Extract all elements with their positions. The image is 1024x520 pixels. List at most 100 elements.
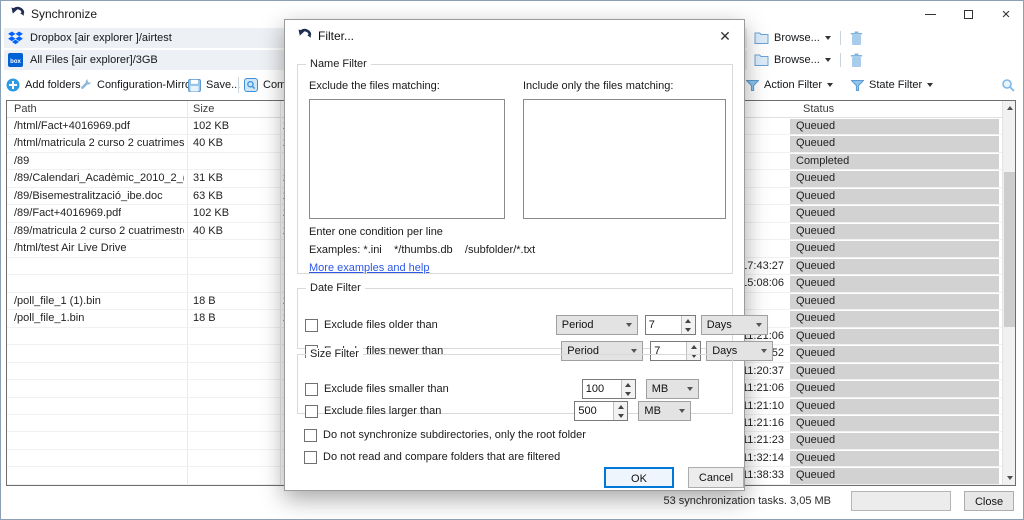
save-button[interactable]: Save... [188,73,240,97]
dialog-close-button[interactable]: ✕ [716,27,734,45]
app-window: Synchronize × Dropbox [air explorer ]/ai… [0,0,1024,520]
cell-path: /html/test Air Live Drive [14,242,126,254]
cell-path: /89/matricula 2 curso 2 cuatrimestre.pdf [14,225,184,237]
minimize-button[interactable] [914,1,946,27]
cell-status: Queued [790,433,999,448]
cell-status: Queued [790,451,999,466]
column-header-path[interactable]: Path [14,103,37,115]
spin-down-button[interactable] [614,411,627,420]
older-unit-select[interactable]: Days [701,315,768,335]
source-path-label: Dropbox [air explorer ]/airtest [30,32,172,44]
larger-value-stepper[interactable] [574,401,628,421]
add-folders-button[interactable]: Add folders [6,73,81,97]
window-title: Synchronize [31,7,97,21]
exclude-patterns-textarea[interactable] [309,99,505,219]
spin-up-button[interactable] [614,402,627,411]
cell-status: Queued [790,276,999,291]
smaller-value-stepper[interactable] [582,379,636,399]
cell-status: Queued [790,206,999,221]
folder-icon [754,54,769,67]
scrollbar-thumb[interactable] [1004,172,1015,327]
cell-size: 18 B [193,295,216,307]
cell-path: /html/matricula 2 curso 2 cuatrimestre 0… [14,137,184,149]
exclude-matching-label: Exclude the files matching: [309,80,440,92]
trash-icon[interactable] [850,31,863,46]
cell-path: /89/Bisemestralització_ibe.doc [14,190,163,202]
exclude-smaller-checkbox[interactable] [305,383,318,396]
cell-size: 18 B [193,312,216,324]
spin-down-button[interactable] [622,389,635,398]
browse-button[interactable]: Browse... [754,54,831,67]
spin-up-button[interactable] [682,316,695,325]
wrench-icon [78,78,92,92]
cell-path: /html/Fact+4016969.pdf [14,120,130,132]
no-subdirectories-checkbox[interactable] [304,429,317,442]
progress-bar [851,491,951,511]
close-button[interactable]: × [990,1,1022,27]
cell-size: 63 KB [193,190,223,202]
cell-path: /poll_file_1 (1).bin [14,295,101,307]
ok-button[interactable]: OK [604,467,674,488]
scroll-down-button[interactable] [1003,471,1016,485]
older-value-stepper[interactable] [645,315,696,335]
cell-status: Queued [790,224,999,239]
cell-path: /89/Fact+4016969.pdf [14,207,121,219]
cell-path: /89 [14,155,29,167]
older-value-input[interactable] [646,316,681,334]
chevron-down-icon [825,58,831,62]
spin-up-button[interactable] [687,342,700,351]
chevron-down-icon [927,83,933,87]
column-header-size[interactable]: Size [193,103,214,115]
include-patterns-textarea[interactable] [523,99,726,219]
cell-status: Queued [790,259,999,274]
cell-status: Queued [790,381,999,396]
smaller-value-input[interactable] [583,380,621,398]
cell-path: /poll_file_1.bin [14,312,84,324]
browse-button[interactable]: Browse... [754,32,831,45]
spin-down-button[interactable] [682,325,695,334]
sync-arrow-icon [10,6,25,21]
action-filter-button[interactable]: Action Filter [746,73,833,97]
cell-status: Queued [790,294,999,309]
smaller-unit-select[interactable]: MB [646,379,699,399]
column-header-status[interactable]: Status [803,103,834,115]
state-filter-button[interactable]: State Filter [851,73,933,97]
cell-size: 40 KB [193,137,223,149]
sync-arrow-icon [297,28,312,43]
box-icon: box [8,53,23,67]
trash-icon[interactable] [850,53,863,68]
cell-status: Completed [790,154,999,169]
more-examples-link[interactable]: More examples and help [309,262,429,274]
cell-path: /89/Calendari_Acadèmic_2010_2_(1).xls [14,172,184,184]
cell-status: Queued [790,189,999,204]
no-read-filtered-checkbox[interactable] [304,451,317,464]
larger-unit-select[interactable]: MB [638,401,691,421]
exclude-older-checkbox[interactable] [305,319,318,332]
cell-status: Queued [790,364,999,379]
funnel-icon [851,80,864,91]
configuration-mirror-button[interactable]: Configuration-Mirror [78,73,195,97]
cancel-button[interactable]: Cancel [688,467,744,488]
funnel-icon [746,80,759,91]
cell-status: Queued [790,346,999,361]
dialog-titlebar: Filter... ✕ [285,20,744,50]
vertical-scrollbar[interactable] [1002,101,1015,485]
add-circle-icon [6,78,20,92]
cell-status: Queued [790,136,999,151]
maximize-button[interactable] [952,1,984,27]
close-window-button[interactable]: Close [964,491,1014,511]
older-mode-select[interactable]: Period [556,315,638,335]
cell-size: 102 KB [193,120,229,132]
larger-value-input[interactable] [575,402,613,420]
chevron-down-icon [825,36,831,40]
scroll-up-button[interactable] [1003,101,1016,115]
folder-icon [754,32,769,45]
size-filter-group: Size Filter Exclude files smaller than M… [297,354,733,414]
spin-up-button[interactable] [622,380,635,389]
exclude-larger-checkbox[interactable] [305,405,318,418]
cell-status: Queued [790,241,999,256]
search-button[interactable] [1001,73,1015,97]
compare-button[interactable]: Com [244,73,286,97]
filter-dialog: Filter... ✕ Name Filter Exclude the file… [284,19,745,491]
cell-status: Queued [790,329,999,344]
